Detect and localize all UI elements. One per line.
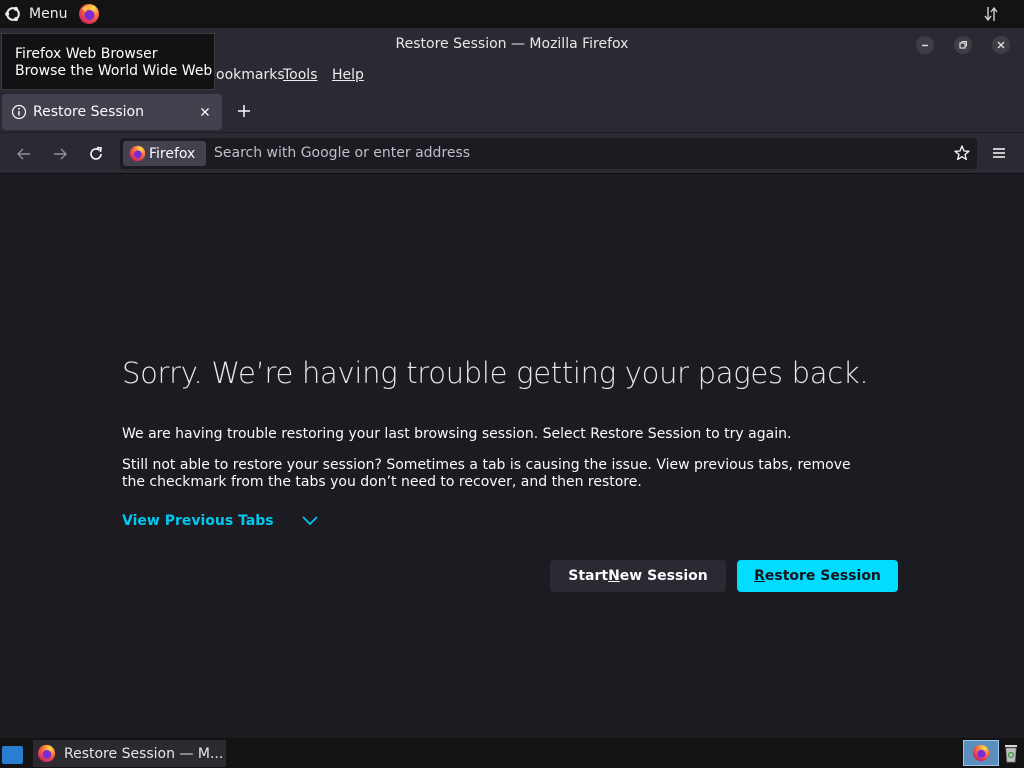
tab-close-icon[interactable] [198,105,212,119]
restore-icon [959,41,967,49]
address-bar[interactable]: Firefox Search with Google or enter addr… [120,138,977,169]
hamburger-icon[interactable] [992,146,1006,160]
close-icon [997,41,1005,49]
taskbar-window-item[interactable]: Restore Session — M... [33,740,226,767]
firefox-icon [37,744,56,763]
page-title: Sorry. We’re having trouble getting your… [122,356,869,390]
navigation-toolbar: Firefox Search with Google or enter addr… [0,132,1024,174]
taskbar: Restore Session — M... [0,738,1024,768]
taskbar-window-label: Restore Session — M... [64,745,224,762]
star-icon[interactable] [953,144,971,162]
ubuntu-icon [5,6,20,22]
info-icon [11,104,27,120]
forward-icon[interactable] [51,145,69,163]
plus-icon[interactable] [236,103,252,119]
menu-bookmarks[interactable]: ookmarks [216,67,285,83]
system-menu-button[interactable]: Menu [0,0,67,28]
network-icon[interactable] [984,5,998,23]
start-new-session-button[interactable]: Start New Session [550,560,726,592]
minimize-icon [922,44,928,47]
close-window-button[interactable] [992,36,1010,54]
tab-strip: Restore Session [0,90,1024,132]
system-menu-label: Menu [29,6,68,22]
chevron-down-icon [301,516,318,526]
tab-title: Restore Session [33,104,144,120]
system-panel: Menu [0,0,1024,28]
trash-icon[interactable] [1003,742,1019,764]
error-hint: Still not able to restore your session? … [122,457,851,490]
menu-help[interactable]: Help [332,67,364,83]
tab-restore-session[interactable]: Restore Session [2,94,222,130]
error-description: We are having trouble restoring your las… [122,426,792,442]
show-desktop-button[interactable] [2,746,23,764]
view-previous-tabs-label: View Previous Tabs [122,513,274,529]
minimize-button[interactable] [916,36,934,54]
tooltip-description: Browse the World Wide Web [15,63,213,79]
maximize-button[interactable] [954,36,972,54]
firefox-icon [129,145,146,162]
firefox-launcher-icon[interactable] [78,3,100,25]
restore-session-button[interactable]: Restore Session [737,560,898,592]
view-previous-tabs-button[interactable]: View Previous Tabs [122,513,319,529]
menu-tools[interactable]: Tools [283,67,318,83]
workspace-switcher[interactable] [963,740,999,766]
tooltip-title: Firefox Web Browser [15,46,158,62]
identity-box[interactable]: Firefox [123,141,206,166]
launcher-tooltip: Firefox Web Browser Browse the World Wid… [1,33,215,90]
identity-label: Firefox [149,145,196,162]
firefox-icon [972,744,990,762]
page-content: Sorry. We’re having trouble getting your… [0,174,1024,738]
url-input[interactable]: Search with Google or enter address [214,145,470,161]
back-icon[interactable] [15,145,33,163]
reload-icon[interactable] [87,145,105,163]
